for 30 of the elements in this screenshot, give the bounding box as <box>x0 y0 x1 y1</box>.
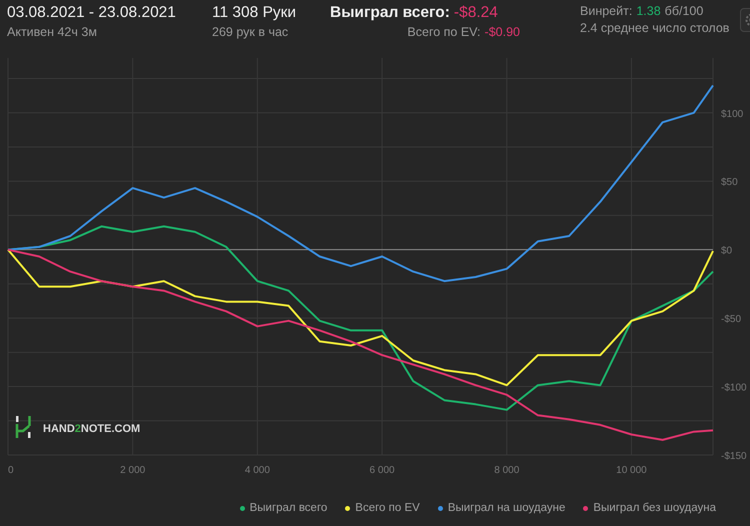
legend-label[interactable]: Выиграл всего <box>250 502 328 514</box>
x-axis-label: 8 000 <box>494 465 520 476</box>
legend-label[interactable]: Выиграл на шоудауне <box>448 502 566 514</box>
winrate-value: 1.38 <box>636 4 661 18</box>
logo-icon <box>16 414 31 440</box>
x-axis-label: 10 000 <box>616 465 647 476</box>
x-axis-label: 4 000 <box>244 465 270 476</box>
logo-text: HAND2NOTE.COM <box>43 423 140 435</box>
winrate-label: Винрейт: <box>580 4 632 18</box>
y-axis-label: -$100 <box>721 382 747 394</box>
y-axis-label: $0 <box>721 246 732 257</box>
hands-count: 11 308 Руки <box>212 4 298 22</box>
y-axis-label: $100 <box>721 108 744 120</box>
y-axis-label: $50 <box>721 177 738 188</box>
y-axis-label: -$150 <box>721 451 747 462</box>
won-label: Выиграл всего: <box>330 4 450 22</box>
won-value: -$8.24 <box>454 4 498 22</box>
y-axis-label: -$50 <box>721 314 742 326</box>
legend-label[interactable]: Всего по EV <box>355 502 420 514</box>
x-axis-label: 0 <box>8 465 14 476</box>
hands-per-hour: 269 рук в час <box>212 25 290 39</box>
winrate-unit: бб/100 <box>664 4 704 18</box>
ev-value: -$0.90 <box>484 25 520 39</box>
active-time: Активен 42ч 3м <box>7 25 98 39</box>
tables-count: 2.4 среднее число столов <box>580 21 730 35</box>
x-axis-label: 6 000 <box>370 465 395 476</box>
legend-label[interactable]: Выиграл без шоудауна <box>593 502 716 514</box>
ev-label: Всего по EV: <box>407 25 481 39</box>
date-range: 03.08.2021 - 23.08.2021 <box>7 4 177 22</box>
x-axis-label: 2 000 <box>120 465 146 476</box>
